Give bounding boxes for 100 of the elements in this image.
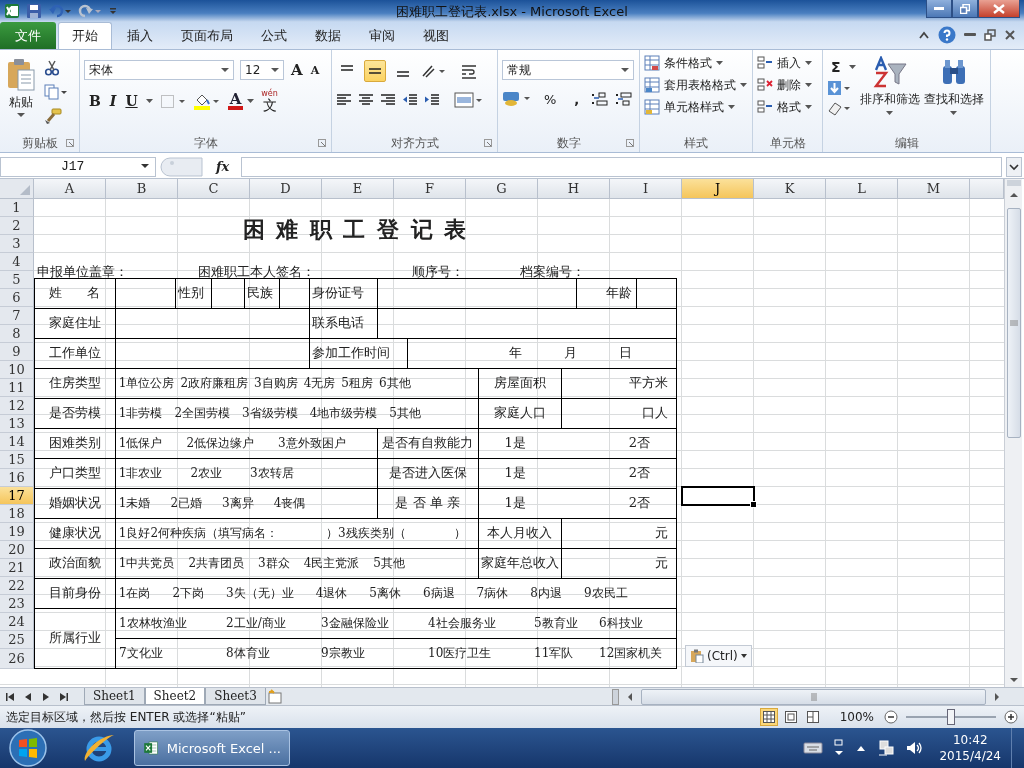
ribbon-tab[interactable]: 视图 <box>410 23 462 50</box>
underline-button[interactable]: U <box>124 93 139 110</box>
sheet-tab[interactable]: Sheet1 <box>84 688 145 706</box>
language-bar-icon[interactable] <box>833 738 846 758</box>
increase-decimal-icon[interactable] <box>591 91 610 108</box>
ribbon-tab[interactable]: 审阅 <box>356 23 408 50</box>
shrink-font-button[interactable]: A <box>309 63 321 77</box>
ribbon-tab[interactable]: 开始 <box>58 22 112 50</box>
sheet-tab[interactable]: Sheet2 <box>144 688 206 706</box>
zoom-out-icon[interactable] <box>884 710 898 725</box>
font-size-field[interactable]: 12 <box>240 60 284 81</box>
help-icon[interactable] <box>938 26 956 45</box>
column-header[interactable]: B <box>106 178 178 199</box>
merge-cells-icon[interactable] <box>454 92 482 109</box>
sort-filter-button[interactable]: 排序和筛选 <box>859 54 920 135</box>
font-name-field[interactable]: 宋体 <box>84 60 234 81</box>
launcher-icon[interactable] <box>318 139 326 148</box>
column-header[interactable]: D <box>250 178 322 199</box>
bold-button[interactable]: B <box>88 93 102 110</box>
number-format-field[interactable]: 常规 <box>502 60 634 81</box>
restore-button[interactable] <box>952 0 978 18</box>
currency-icon[interactable] <box>502 90 532 109</box>
network-icon[interactable] <box>877 739 896 757</box>
column-header[interactable]: K <box>754 178 826 199</box>
expand-formula-icon[interactable] <box>1006 156 1022 177</box>
text-orientation-icon[interactable] <box>420 63 446 80</box>
sheet-tab[interactable]: Sheet3 <box>205 688 266 706</box>
zoom-slider-thumb[interactable] <box>947 709 955 726</box>
column-header[interactable]: H <box>538 178 610 199</box>
column-header[interactable]: L <box>826 178 898 199</box>
copy-icon[interactable] <box>44 84 68 101</box>
column-header[interactable]: G <box>466 178 538 199</box>
ribbon-tab[interactable]: 插入 <box>114 23 166 50</box>
field-label: 是否进入医保 <box>388 464 467 483</box>
row-header[interactable]: 26 <box>0 648 34 669</box>
column-header[interactable]: E <box>322 178 394 199</box>
horizontal-scrollbar-thumb[interactable] <box>641 688 986 705</box>
column-header[interactable]: J <box>682 178 754 199</box>
column-header[interactable]: F <box>394 178 466 199</box>
clock-date[interactable]: 2015/4/24 <box>939 748 1001 764</box>
vertical-scrollbar-thumb[interactable] <box>1006 207 1021 438</box>
close-icon[interactable] <box>1004 29 1016 42</box>
styles-menu-button[interactable]: 条件格式 <box>644 54 748 73</box>
first-sheet-icon[interactable] <box>4 690 16 703</box>
insert-function-button[interactable]: fx <box>208 159 238 175</box>
collapse-ribbon-icon[interactable] <box>918 30 930 41</box>
eraser-icon[interactable] <box>827 100 851 117</box>
launcher-icon[interactable] <box>626 139 634 148</box>
phonetic-button[interactable]: wén 文 <box>261 90 278 113</box>
comma-button[interactable]: , <box>568 91 586 107</box>
paste-button[interactable]: 粘贴 <box>4 54 38 135</box>
column-header[interactable]: I <box>610 178 682 199</box>
column-header[interactable]: M <box>898 178 970 199</box>
fill-color-icon[interactable] <box>192 92 221 111</box>
zoom-level[interactable]: 100% <box>839 710 874 725</box>
wrap-text-icon[interactable] <box>460 63 478 80</box>
cells-menu-button[interactable]: 插入 <box>757 54 818 73</box>
fill-down-icon[interactable] <box>827 80 851 97</box>
taskbar-button[interactable]: Microsoft Excel ... <box>134 730 290 766</box>
normal-view-button[interactable] <box>759 708 778 727</box>
styles-menu-button[interactable]: 单元格样式 <box>644 98 748 117</box>
launcher-icon[interactable] <box>484 139 492 148</box>
keyboard-icon[interactable] <box>803 741 824 755</box>
launcher-icon[interactable] <box>66 139 74 148</box>
last-sheet-icon[interactable] <box>58 690 70 703</box>
grow-font-button[interactable]: A <box>290 61 304 80</box>
restore-icon[interactable] <box>984 29 996 42</box>
formula-input[interactable] <box>241 156 1002 177</box>
caret-icon[interactable] <box>145 99 153 104</box>
align-middle-button[interactable] <box>364 60 386 83</box>
file-tab[interactable]: 文件 <box>0 22 56 50</box>
undo-icon[interactable] <box>48 2 72 19</box>
name-box[interactable]: J17 <box>0 156 156 177</box>
ribbon-tab[interactable]: 公式 <box>248 23 300 50</box>
italic-button[interactable]: I <box>108 93 118 110</box>
active-cell[interactable] <box>681 485 755 506</box>
start-button-icon[interactable] <box>8 728 48 768</box>
zoom-in-icon[interactable] <box>1004 710 1018 725</box>
percent-button[interactable]: % <box>538 91 563 107</box>
column-header[interactable]: A <box>34 178 106 199</box>
scissors-icon[interactable] <box>44 60 60 77</box>
ribbon-tab[interactable]: 数据 <box>302 23 354 50</box>
minimize-button[interactable] <box>926 0 952 18</box>
table-icon <box>644 55 660 72</box>
clock-time[interactable]: 10:42 <box>952 732 988 748</box>
autosum-button[interactable]: Σ <box>827 58 856 77</box>
excel-icon[interactable] <box>4 2 20 19</box>
cells-menu-button[interactable]: 删除 <box>757 76 818 95</box>
save-icon[interactable] <box>26 2 42 19</box>
styles-menu-button[interactable]: 套用表格格式 <box>644 76 748 95</box>
volume-icon[interactable] <box>905 739 924 757</box>
format-painter-icon[interactable] <box>44 108 62 125</box>
ribbon-tab[interactable]: 页面布局 <box>168 23 246 50</box>
close-button[interactable] <box>978 0 1020 18</box>
cells-menu-button[interactable]: 格式 <box>757 98 818 117</box>
paste-options-button[interactable]: (Ctrl) <box>685 644 752 667</box>
column-header[interactable]: C <box>178 178 250 199</box>
font-color-button[interactable]: A <box>227 92 255 111</box>
find-select-button[interactable]: 查找和选择 <box>923 54 984 135</box>
decrease-decimal-icon[interactable] <box>615 91 634 108</box>
